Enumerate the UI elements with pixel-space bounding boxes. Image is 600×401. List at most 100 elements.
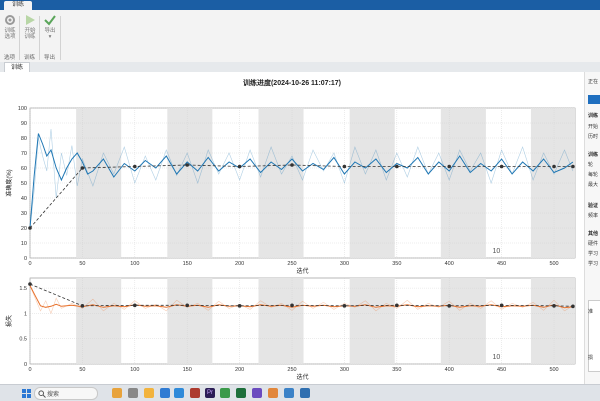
x-tick-label: 200	[235, 367, 244, 373]
validation-point	[28, 226, 32, 230]
validation-point	[499, 303, 504, 308]
training-charts: 0 50 100 150 200 250 300 350 400 450 5000102030405…	[5, 106, 576, 381]
x-tick-label: 100	[130, 367, 139, 373]
epoch-shade	[167, 278, 213, 364]
app-icon[interactable]	[190, 388, 200, 398]
y-tick-label: 30	[21, 211, 27, 217]
app-icon[interactable]	[236, 388, 246, 398]
legend-label: 损	[588, 355, 594, 361]
validation-point	[237, 164, 242, 169]
app-icon[interactable]	[128, 388, 138, 398]
validation-point	[395, 164, 399, 169]
info-label: 学习	[588, 261, 599, 267]
validation-point	[133, 303, 137, 308]
legend-label: 准	[588, 309, 594, 315]
x-tick-label: 400	[445, 261, 454, 267]
x-axis-label: 迭代	[296, 267, 308, 275]
app-icon[interactable]	[252, 388, 262, 398]
title-bar: 训练	[0, 0, 600, 10]
windows-start-icon[interactable]	[22, 389, 31, 398]
stop-button[interactable]	[588, 95, 600, 104]
x-tick-label: 0	[28, 367, 31, 373]
validation-point	[185, 163, 190, 167]
training-info-panel: 正在 训练 开始 历时 训练 轮 每轮 最大 验证 频率 其他 硬件 学习 学习…	[584, 72, 600, 384]
validation-point	[185, 303, 190, 308]
app-icon[interactable]	[220, 388, 230, 398]
info-label: 正在	[588, 79, 599, 85]
app-icon[interactable]	[300, 388, 310, 398]
validation-point	[342, 304, 347, 308]
validation-point	[447, 304, 452, 308]
validation-point	[571, 164, 575, 169]
info-label: 验证	[588, 203, 599, 209]
info-label: 其他	[588, 231, 599, 237]
matlab-icon[interactable]	[268, 388, 278, 398]
validation-point	[499, 164, 504, 169]
edge-icon[interactable]	[174, 388, 184, 398]
info-label: 学习	[588, 251, 599, 257]
y-tick-label: 20	[21, 226, 27, 232]
search-icon	[38, 389, 46, 398]
validation-point	[290, 303, 294, 308]
info-label: 每轮	[588, 172, 599, 178]
search-placeholder: 搜索	[47, 392, 60, 398]
y-tick-label: 60	[21, 166, 27, 172]
folder-icon[interactable]	[144, 388, 154, 398]
group-label: 导出	[44, 55, 56, 61]
x-tick-label: 300	[340, 367, 349, 373]
training-options-button[interactable]: 训练 选项	[0, 14, 20, 40]
epoch-shade	[440, 108, 486, 258]
y-axis-label: 准确度(%)	[5, 169, 13, 196]
info-label: 硬件	[588, 241, 599, 247]
validation-point	[28, 282, 32, 286]
start-training-button[interactable]: 开始 训练	[20, 14, 40, 40]
y-tick-label: 1.5	[19, 286, 27, 292]
x-tick-label: 0	[28, 261, 31, 267]
x-tick-label: 150	[183, 367, 192, 373]
premiere-icon[interactable]: Pr	[205, 388, 215, 398]
x-tick-label: 300	[340, 261, 349, 267]
validation-point	[571, 304, 575, 309]
divider	[39, 16, 40, 60]
y-tick-label: 50	[21, 181, 27, 187]
x-tick-label: 250	[287, 261, 296, 267]
divider	[60, 16, 61, 60]
validation-point	[342, 164, 347, 169]
windows-icon[interactable]	[160, 388, 170, 398]
window-tab[interactable]: 训练	[4, 1, 33, 10]
validation-point	[133, 164, 137, 169]
validation-point	[447, 164, 452, 169]
epoch-shade	[258, 278, 304, 364]
button-label-line2: 选项	[4, 34, 16, 40]
y-tick-label: 40	[21, 196, 27, 202]
y-tick-label: 0	[24, 362, 27, 368]
validation-point	[80, 166, 85, 170]
info-label: 历时	[588, 134, 599, 140]
y-tick-label: 100	[18, 106, 27, 112]
info-label: 频率	[588, 213, 599, 219]
x-axis-label: 迭代	[296, 373, 308, 381]
info-label: 轮	[588, 162, 594, 168]
epoch-shade	[76, 278, 122, 364]
divider	[19, 16, 20, 60]
file-explorer-icon[interactable]	[112, 388, 122, 398]
x-tick-label: 500	[549, 261, 558, 267]
taskbar: 搜索 Pr	[0, 384, 600, 401]
export-button[interactable]: 导出 ▾	[40, 14, 60, 40]
check-export-icon	[44, 15, 56, 26]
training-progress-panel: 训练进度(2024-10-26 11:07:17) 0 50 100 150 200 25…	[0, 72, 584, 384]
y-tick-label: 80	[21, 136, 27, 142]
x-tick-label: 150	[183, 261, 192, 267]
x-tick-label: 250	[287, 367, 296, 373]
y-axis-label: 损失	[5, 315, 13, 327]
play-icon	[26, 15, 35, 25]
validation-point	[395, 303, 399, 308]
app-icon[interactable]	[284, 388, 294, 398]
epoch-shade	[530, 278, 575, 364]
search-input[interactable]: 搜索	[34, 387, 98, 400]
epoch-annotation: 10	[492, 248, 500, 255]
y-tick-label: 0	[24, 256, 27, 262]
button-label-line2: ▾	[48, 34, 52, 40]
gear-icon	[5, 15, 15, 25]
validation-point	[552, 304, 556, 308]
